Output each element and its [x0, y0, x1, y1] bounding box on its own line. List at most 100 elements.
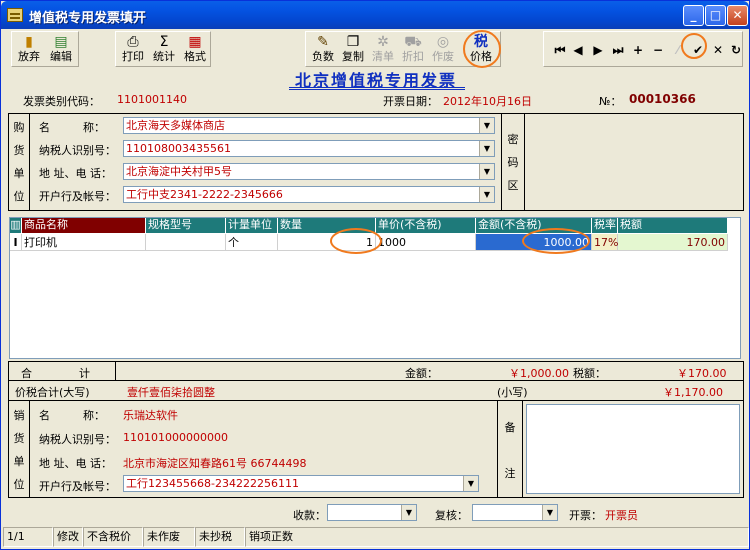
- buyer-tax-id-field[interactable]: 110108003435561 ▼: [123, 140, 495, 157]
- total-tax-label: 税额：: [573, 367, 606, 380]
- minimize-button[interactable]: _: [683, 5, 704, 26]
- buyer-address-label: 地 址、电 话：: [39, 167, 112, 180]
- total-tax-value: ￥170.00: [677, 367, 727, 380]
- remark-textarea[interactable]: [526, 404, 740, 494]
- sigma-icon: Σ: [159, 34, 169, 50]
- invoice-window: 增值税专用发票填开 _ □ ✕ ▮ 放弃 ▤ 编辑 ⎙ 打印 Σ 统计 ▦ 格式…: [0, 0, 750, 550]
- header-name[interactable]: 商品名称: [22, 218, 146, 233]
- total-amount-value: ￥1,000.00: [509, 367, 569, 380]
- header-rate[interactable]: 税率: [592, 218, 618, 233]
- tax-price-highlight: [463, 30, 501, 68]
- title-underline: [289, 87, 465, 90]
- format-button[interactable]: ▦ 格式: [180, 34, 210, 66]
- next-record-icon[interactable]: ▶: [590, 42, 606, 58]
- totals-divider: [8, 361, 744, 381]
- buyer-char-2: 货: [13, 144, 25, 157]
- last-record-icon[interactable]: ⏭: [610, 42, 626, 58]
- copy-button[interactable]: ❐ 复制: [338, 34, 368, 66]
- app-icon: [7, 8, 23, 22]
- chevron-down-icon[interactable]: ▼: [479, 187, 494, 202]
- close-button[interactable]: ✕: [727, 5, 748, 26]
- chevron-down-icon[interactable]: ▼: [401, 505, 416, 520]
- row-marker[interactable]: I: [10, 234, 22, 251]
- cell-spec[interactable]: [146, 234, 226, 251]
- printer-icon: ⎙: [127, 34, 139, 50]
- void-icon: ◎: [436, 34, 450, 50]
- buyer-bank-label: 开户行及帐号：: [39, 190, 116, 203]
- seller-tax-id-label: 纳税人识别号：: [39, 433, 116, 446]
- buyer-name-field[interactable]: 北京海天多媒体商店 ▼: [123, 117, 495, 134]
- cell-name[interactable]: 打印机: [22, 234, 146, 251]
- remark-divider: [497, 401, 523, 498]
- stats-button[interactable]: Σ 统计: [149, 34, 179, 66]
- seller-char-2: 货: [13, 432, 25, 445]
- toolbar-group-print: ⎙ 打印 Σ 统计 ▦ 格式: [115, 31, 211, 67]
- invoice-number: 00010366: [629, 92, 696, 106]
- review-select[interactable]: ▼: [472, 504, 558, 521]
- items-table: ▥ 商品名称 规格型号 计量单位 数量 单价(不含税) 金额(不含税) 税率 税…: [9, 217, 741, 359]
- status-direction: 销项正数: [245, 527, 749, 547]
- maximize-button[interactable]: □: [705, 5, 726, 26]
- sum-label-ji: 计: [79, 367, 90, 380]
- buyer-char-4: 位: [13, 190, 25, 203]
- total-words-value: 壹仟壹佰柒拾圆整: [127, 386, 215, 399]
- payee-label: 收款：: [293, 509, 326, 522]
- buyer-name-label: 名 称：: [39, 121, 105, 134]
- abandon-button[interactable]: ▮ 放弃: [14, 34, 44, 66]
- list-icon: ✲: [377, 34, 389, 50]
- header-unit[interactable]: 计量单位: [226, 218, 278, 233]
- seller-address-value: 北京市海淀区知春路61号 66744498: [123, 457, 307, 470]
- table-corner-icon[interactable]: ▥: [10, 218, 22, 233]
- payee-select[interactable]: ▼: [327, 504, 417, 521]
- header-spec[interactable]: 规格型号: [146, 218, 226, 233]
- void-button[interactable]: ◎ 作废: [428, 34, 458, 66]
- first-record-icon[interactable]: ⏮: [552, 42, 568, 58]
- type-code-label: 发票类别代码：: [23, 95, 100, 108]
- cancel-x-icon[interactable]: ✕: [710, 42, 726, 58]
- previous-record-icon[interactable]: ◀: [570, 42, 586, 58]
- header-price[interactable]: 单价(不含税): [376, 218, 476, 233]
- edit-sheet-icon: ▤: [54, 34, 68, 50]
- cell-tax[interactable]: 170.00: [618, 234, 728, 251]
- total-amount-label: 金额：: [405, 367, 438, 380]
- header-tax[interactable]: 税额: [618, 218, 728, 233]
- buyer-bank-field[interactable]: 工行中支2341-2222-2345666 ▼: [123, 186, 495, 203]
- buyer-address-field[interactable]: 北京海淀中关村甲5号 ▼: [123, 163, 495, 180]
- chevron-down-icon[interactable]: ▼: [479, 164, 494, 179]
- toolbar-group-edit: ▮ 放弃 ▤ 编辑: [11, 31, 79, 67]
- title-bar[interactable]: 增值税专用发票填开 _ □ ✕: [1, 1, 749, 29]
- buyer-name-value: 北京海天多媒体商店: [126, 119, 225, 132]
- chevron-down-icon[interactable]: ▼: [542, 505, 557, 520]
- discount-icon: ⛟: [404, 34, 422, 50]
- print-button[interactable]: ⎙ 打印: [118, 34, 148, 66]
- password-char-3: 区: [507, 179, 519, 192]
- seller-char-1: 销: [13, 409, 25, 422]
- password-char-2: 码: [507, 156, 519, 169]
- status-page: 1/1: [3, 527, 53, 547]
- chevron-down-icon[interactable]: ▼: [463, 476, 478, 491]
- buyer-char-3: 单: [13, 167, 25, 180]
- buyer-address-value: 北京海淀中关村甲5号: [126, 165, 232, 178]
- status-void: 未作废: [143, 527, 195, 547]
- edit-button[interactable]: ▤ 编辑: [46, 34, 76, 66]
- number-label: №：: [599, 95, 622, 108]
- add-record-icon[interactable]: +: [630, 42, 646, 58]
- buyer-tax-id-label: 纳税人识别号：: [39, 144, 116, 157]
- confirm-highlight: [681, 33, 707, 59]
- pen-icon: ✎: [317, 34, 329, 50]
- cell-rate[interactable]: 17%: [592, 234, 618, 251]
- chevron-down-icon[interactable]: ▼: [479, 118, 494, 133]
- total-small-value: ￥1,170.00: [663, 386, 723, 399]
- refresh-icon[interactable]: ↻: [728, 42, 744, 58]
- chevron-down-icon[interactable]: ▼: [479, 141, 494, 156]
- type-code-value: 1101001140: [117, 93, 187, 106]
- negative-button[interactable]: ✎ 负数: [308, 34, 338, 66]
- cell-price[interactable]: 1000: [376, 234, 476, 251]
- cell-unit[interactable]: 个: [226, 234, 278, 251]
- discount-button[interactable]: ⛟ 折扣: [398, 34, 428, 66]
- seller-bank-field[interactable]: 工行123455668-234222256111 ▼: [123, 475, 479, 492]
- status-mode: 修改: [53, 527, 83, 547]
- list-button[interactable]: ✲ 清单: [368, 34, 398, 66]
- delete-record-icon[interactable]: −: [650, 42, 666, 58]
- qty-highlight: [330, 228, 382, 254]
